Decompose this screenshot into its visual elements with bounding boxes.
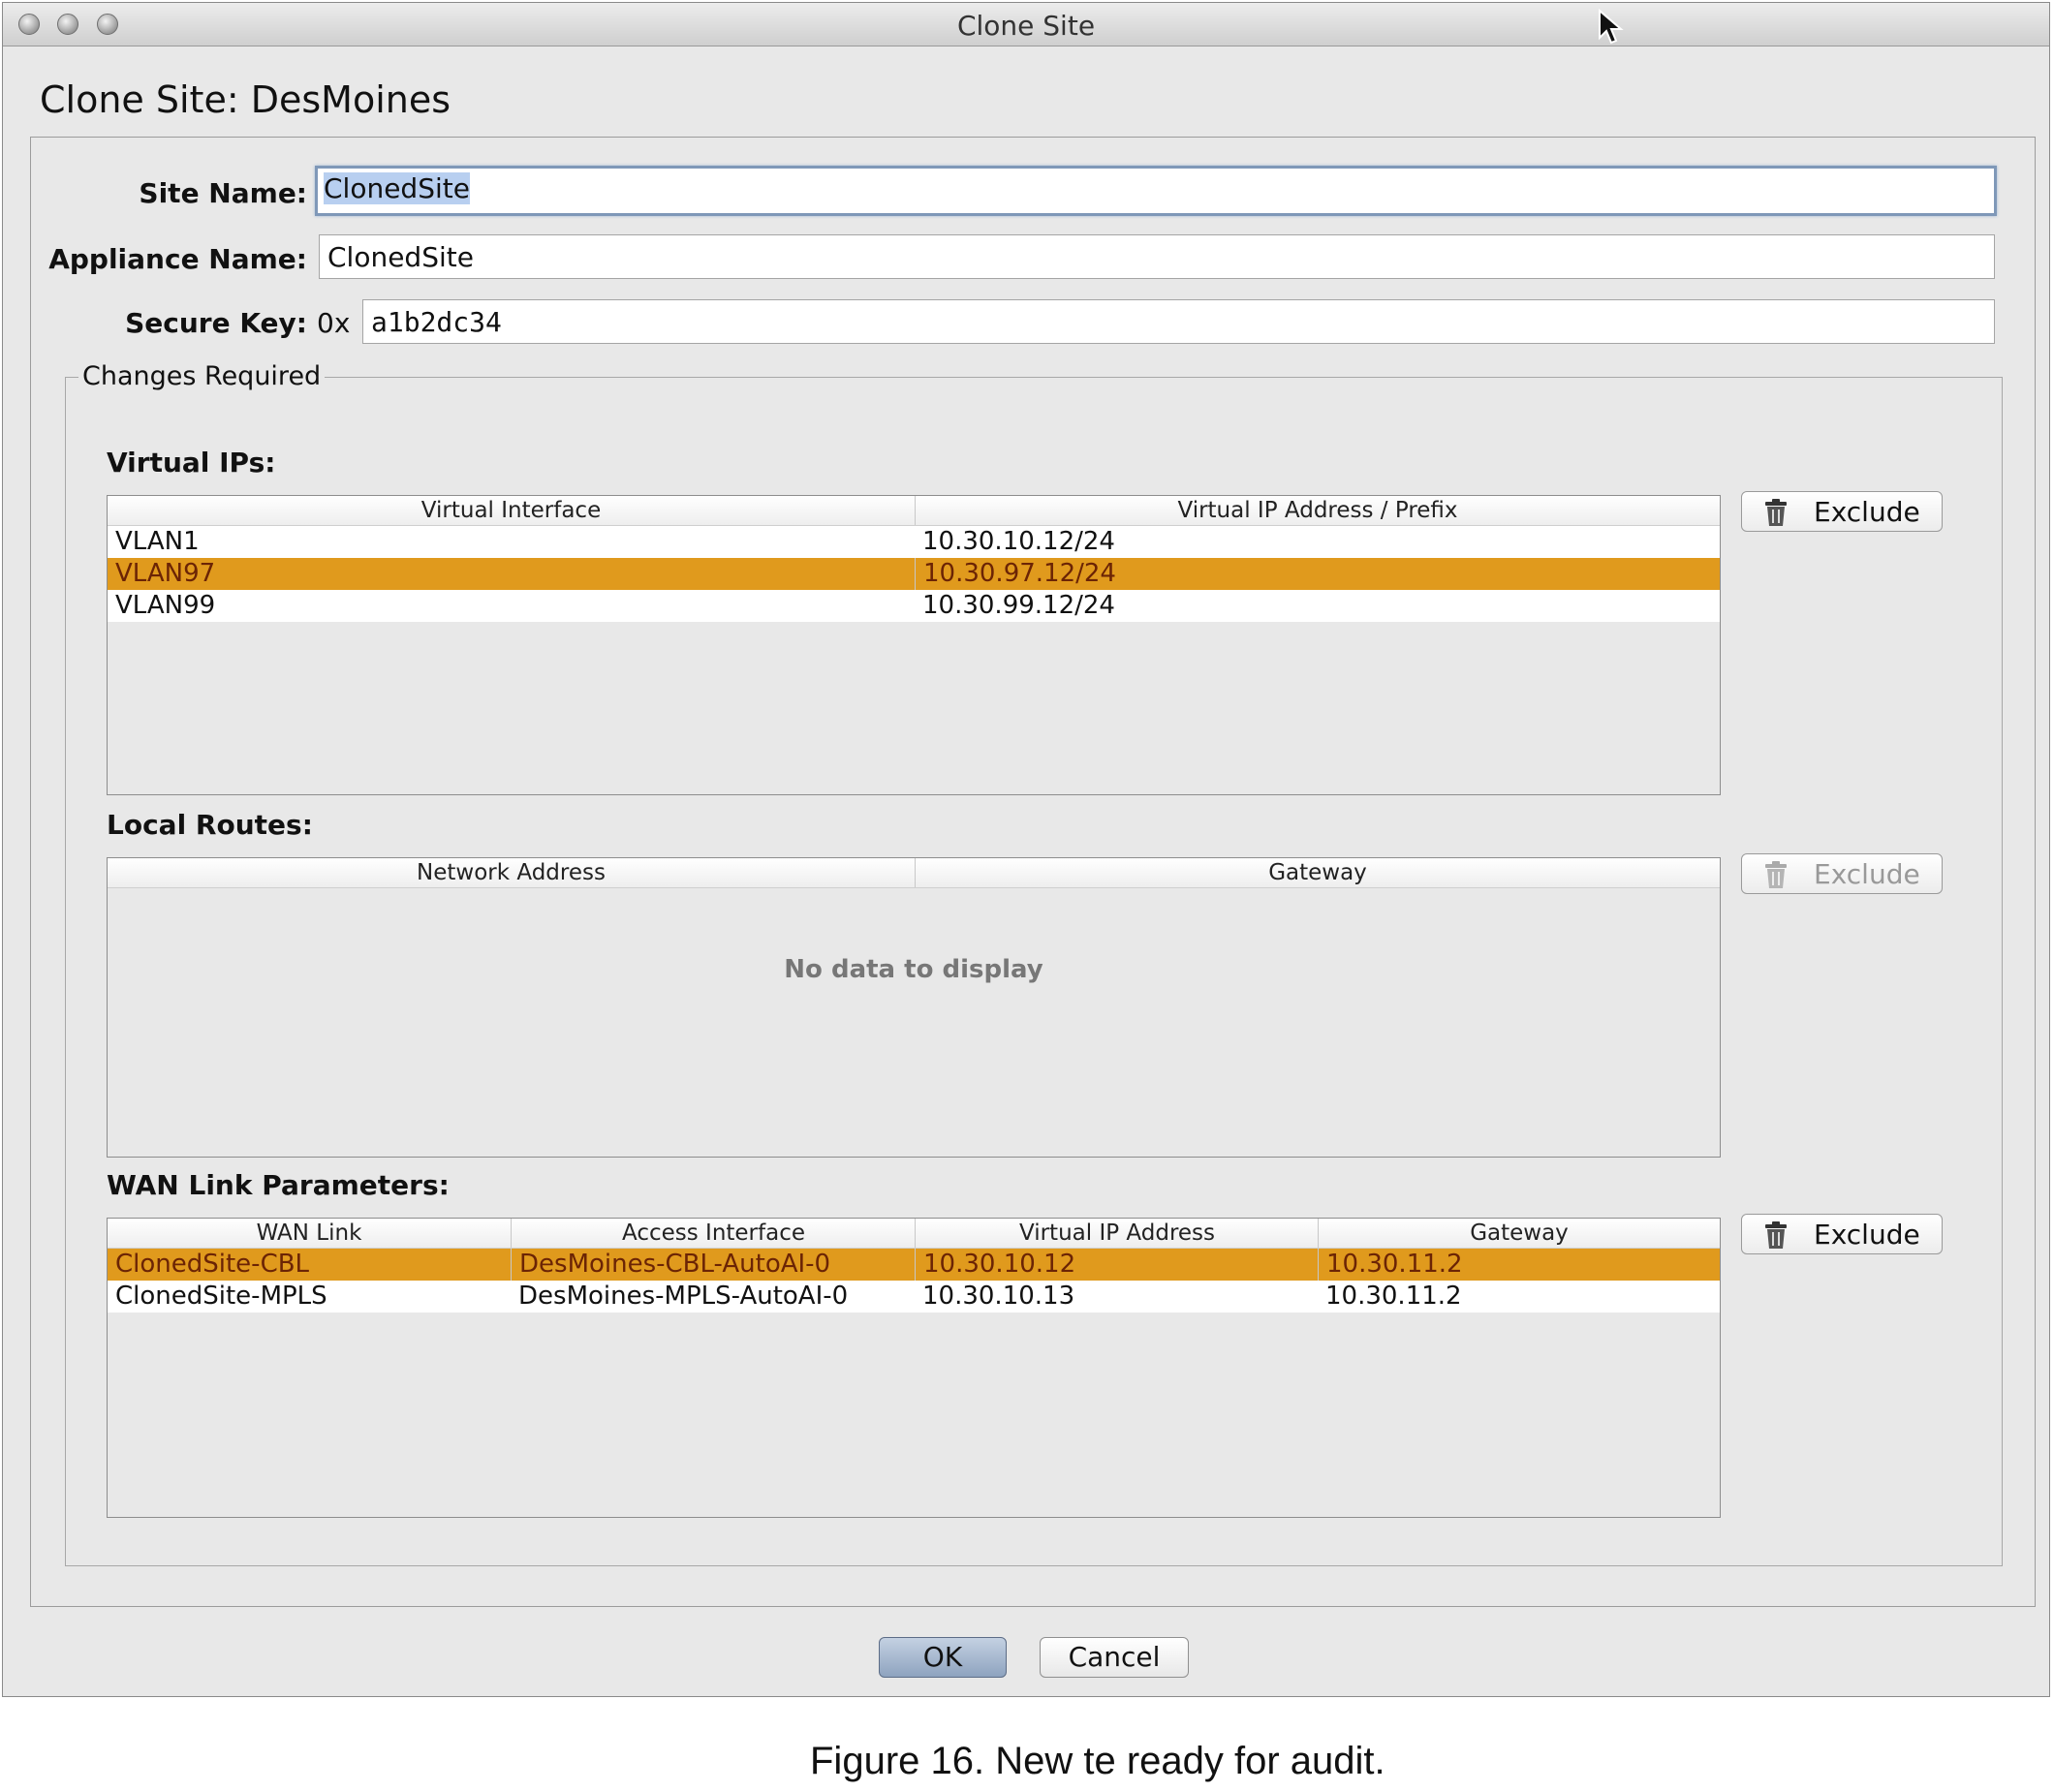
site-name-label: Site Name: [139, 177, 307, 209]
appliance-name-input[interactable]: ClonedSite [319, 234, 1995, 279]
trash-icon [1765, 861, 1787, 888]
virtual-ip-cell: 10.30.10.13 [922, 1282, 1075, 1311]
empty-table-message: No data to display [784, 955, 1043, 984]
wan-link-parameters-label: WAN Link Parameters: [107, 1169, 450, 1201]
access-interface-cell: DesMoines-MPLS-AutoAI-0 [518, 1282, 849, 1311]
exclude-label: Exclude [1814, 858, 1920, 890]
wan-links-table: WAN Link Access Interface Virtual IP Add… [107, 1218, 1721, 1518]
secure-key-value: a1b2dc34 [371, 306, 502, 338]
exclude-wan-link-button[interactable]: Exclude [1741, 1214, 1943, 1254]
local-routes-header: Network Address Gateway [108, 858, 1720, 888]
table-row[interactable]: VLAN1 10.30.10.12/24 [108, 526, 1720, 558]
table-row-selected[interactable]: VLAN97 10.30.97.12/24 [108, 558, 1720, 590]
virtual-ips-label: Virtual IPs: [107, 447, 276, 479]
clone-site-window: Clone Site Clone Site: DesMoines Site Na… [2, 2, 2050, 1697]
mouse-pointer-icon [1599, 9, 1624, 45]
dialog-heading: Clone Site: DesMoines [40, 78, 451, 121]
window-title: Clone Site [956, 10, 1096, 42]
column-header-access-interface[interactable]: Access Interface [511, 1219, 916, 1248]
virtual-interface-cell: VLAN97 [115, 559, 216, 588]
secure-key-input[interactable]: a1b2dc34 [362, 299, 1995, 344]
virtual-ip-cell: 10.30.10.12 [915, 1249, 1318, 1281]
column-header-gateway[interactable]: Gateway [915, 858, 1720, 887]
title-bar[interactable]: Clone Site [3, 3, 2049, 46]
wan-link-cell: ClonedSite-MPLS [115, 1282, 327, 1311]
wan-links-header: WAN Link Access Interface Virtual IP Add… [108, 1219, 1720, 1249]
exclude-label: Exclude [1814, 496, 1920, 528]
ok-button[interactable]: OK [879, 1637, 1007, 1678]
column-header-network-address[interactable]: Network Address [108, 858, 915, 887]
changes-required-title: Changes Required [78, 361, 326, 391]
virtual-ip-cell: 10.30.97.12/24 [915, 558, 1719, 590]
column-header-virtual-interface[interactable]: Virtual Interface [108, 496, 915, 525]
secure-key-prefix: 0x [317, 307, 351, 339]
wan-link-cell: ClonedSite-CBL [115, 1250, 310, 1279]
cancel-button[interactable]: Cancel [1040, 1637, 1189, 1678]
virtual-ip-cell: 10.30.10.12/24 [922, 527, 1115, 556]
column-header-virtual-ip-prefix[interactable]: Virtual IP Address / Prefix [915, 496, 1720, 525]
exclude-label: Exclude [1814, 1219, 1920, 1251]
local-routes-label: Local Routes: [107, 809, 313, 841]
virtual-interface-cell: VLAN1 [115, 527, 200, 556]
appliance-name-value: ClonedSite [327, 241, 474, 273]
virtual-ip-cell: 10.30.99.12/24 [922, 591, 1115, 620]
trash-icon [1765, 499, 1787, 526]
gateway-cell: 10.30.11.2 [1325, 1282, 1462, 1311]
figure-caption: Figure 16. New te ready for audit. [810, 1740, 1385, 1782]
site-name-input[interactable]: ClonedSite [315, 166, 1997, 216]
column-header-gateway[interactable]: Gateway [1318, 1219, 1720, 1248]
exclude-virtual-ip-button[interactable]: Exclude [1741, 491, 1943, 532]
virtual-ips-header: Virtual Interface Virtual IP Address / P… [108, 496, 1720, 526]
local-routes-table: Network Address Gateway No data to displ… [107, 857, 1721, 1158]
table-row-selected[interactable]: ClonedSite-CBL DesMoines-CBL-AutoAI-0 10… [108, 1249, 1720, 1281]
virtual-interface-cell: VLAN99 [115, 591, 216, 620]
column-header-wan-link[interactable]: WAN Link [108, 1219, 511, 1248]
appliance-name-label: Appliance Name: [48, 243, 307, 275]
exclude-local-route-button[interactable]: Exclude [1741, 853, 1943, 894]
table-row[interactable]: VLAN99 10.30.99.12/24 [108, 590, 1720, 622]
column-header-virtual-ip-address[interactable]: Virtual IP Address [915, 1219, 1319, 1248]
secure-key-label: Secure Key: [125, 307, 307, 339]
site-name-value: ClonedSite [324, 172, 470, 204]
table-row[interactable]: ClonedSite-MPLS DesMoines-MPLS-AutoAI-0 … [108, 1281, 1720, 1313]
access-interface-cell: DesMoines-CBL-AutoAI-0 [511, 1249, 915, 1281]
gateway-cell: 10.30.11.2 [1318, 1249, 1719, 1281]
trash-icon [1765, 1221, 1787, 1249]
virtual-ips-table: Virtual Interface Virtual IP Address / P… [107, 495, 1721, 795]
